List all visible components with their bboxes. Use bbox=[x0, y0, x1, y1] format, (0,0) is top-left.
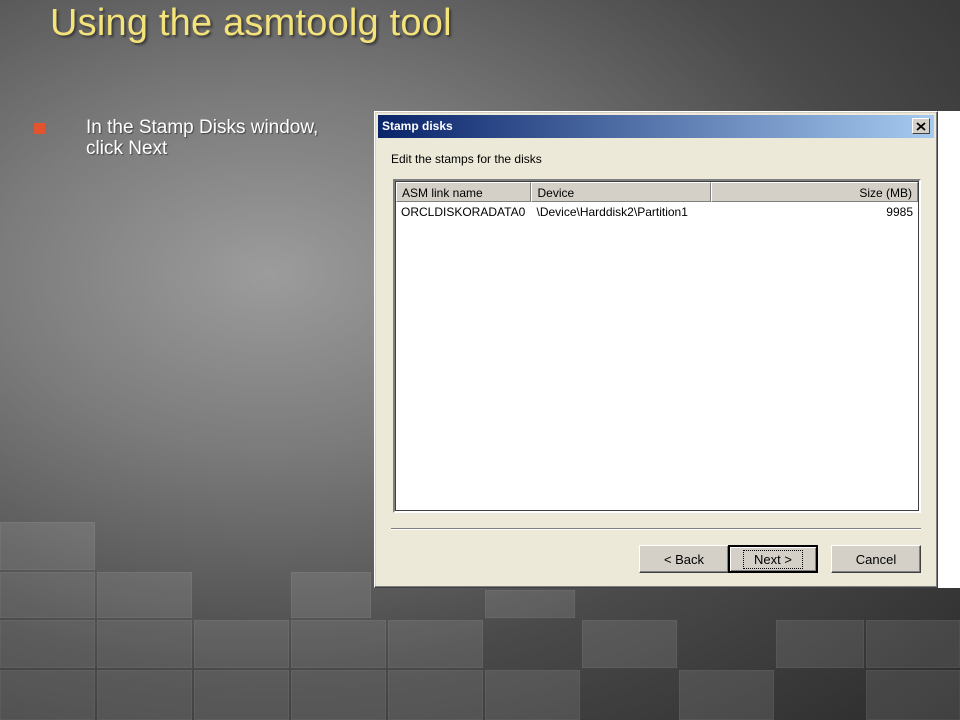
cell-asm-link-name: ORCLDISKORADATA0 bbox=[401, 205, 526, 219]
dialog-title: Stamp disks bbox=[382, 119, 453, 133]
close-icon bbox=[916, 121, 926, 131]
column-asm-link-name[interactable]: ASM link name bbox=[396, 182, 532, 202]
cell-device: \Device\Harddisk2\Partition1 bbox=[536, 205, 688, 219]
next-button[interactable]: Next > bbox=[728, 545, 818, 573]
dialog-titlebar[interactable]: Stamp disks bbox=[378, 115, 934, 138]
stamp-disks-dialog: Stamp disks Edit the stamps for the disk… bbox=[374, 111, 938, 588]
back-button[interactable]: < Back bbox=[639, 545, 729, 573]
separator-line bbox=[391, 528, 921, 530]
list-header: ASM link name Device Size (MB) bbox=[396, 182, 918, 202]
disk-list[interactable]: ASM link name Device Size (MB) ORCLDISKO… bbox=[393, 179, 921, 513]
back-button-label: < Back bbox=[663, 551, 705, 567]
table-row[interactable]: ORCLDISKORADATA0 \Device\Harddisk2\Parti… bbox=[396, 204, 918, 220]
cancel-button-label: Cancel bbox=[855, 551, 897, 567]
column-device[interactable]: Device bbox=[531, 182, 711, 202]
titlebar-gradient bbox=[378, 115, 934, 138]
bullet-text: In the Stamp Disks window, click Next bbox=[86, 117, 319, 159]
square-bullet-icon bbox=[34, 123, 45, 134]
column-size[interactable]: Size (MB) bbox=[710, 182, 918, 202]
close-button[interactable] bbox=[912, 118, 930, 134]
slide-title: Using the asmtoolg tool bbox=[50, 2, 452, 44]
cancel-button[interactable]: Cancel bbox=[831, 545, 921, 573]
cell-size: 9985 bbox=[886, 205, 913, 219]
next-button-label: Next > bbox=[743, 549, 803, 569]
screenshot-edge bbox=[938, 111, 960, 588]
instruction-label: Edit the stamps for the disks bbox=[391, 152, 542, 166]
